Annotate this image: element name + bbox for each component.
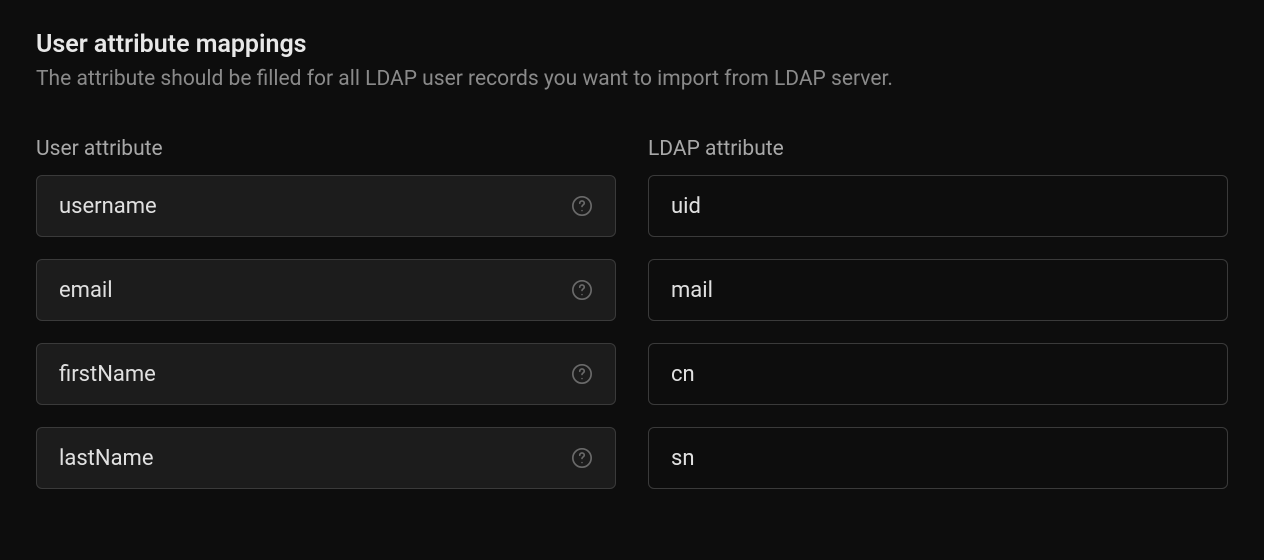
help-icon[interactable] [571,195,593,217]
ldap-attribute-input[interactable] [671,446,1205,471]
user-attribute-row: email [36,259,616,321]
user-attribute-field-email: email [36,259,616,321]
ldap-attribute-input[interactable] [671,194,1205,219]
ldap-attribute-row [648,175,1228,237]
ldap-attribute-row [648,427,1228,489]
ldap-attribute-field-cn [648,343,1228,405]
section-description: The attribute should be filled for all L… [36,67,1228,91]
help-icon[interactable] [571,363,593,385]
user-attribute-label: lastName [59,446,571,471]
user-attribute-field-username: username [36,175,616,237]
mappings-section: User attribute mappings The attribute sh… [36,30,1228,511]
ldap-attribute-field-sn [648,427,1228,489]
user-attribute-column: User attribute username email [36,137,616,511]
user-attribute-label: username [59,194,571,219]
user-attribute-row: lastName [36,427,616,489]
user-attribute-field-lastname: lastName [36,427,616,489]
section-title: User attribute mappings [36,30,1228,59]
mapping-columns: User attribute username email [36,137,1228,511]
user-attribute-field-firstname: firstName [36,343,616,405]
ldap-attribute-row [648,259,1228,321]
user-attribute-label: email [59,278,571,303]
help-icon[interactable] [571,279,593,301]
ldap-attribute-field-mail [648,259,1228,321]
user-attribute-header: User attribute [36,137,616,161]
user-attribute-row: username [36,175,616,237]
user-attribute-row: firstName [36,343,616,405]
ldap-attribute-field-uid [648,175,1228,237]
ldap-attribute-row [648,343,1228,405]
ldap-attribute-header: LDAP attribute [648,137,1228,161]
ldap-attribute-input[interactable] [671,278,1205,303]
help-icon[interactable] [571,447,593,469]
user-attribute-label: firstName [59,362,571,387]
ldap-attribute-column: LDAP attribute [648,137,1228,511]
ldap-attribute-input[interactable] [671,362,1205,387]
